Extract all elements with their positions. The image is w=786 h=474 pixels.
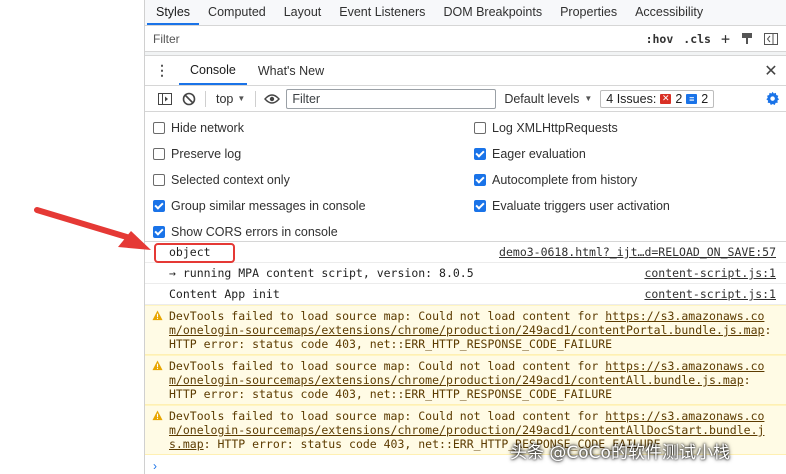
autocomplete-history-option[interactable]: Autocomplete from history	[474, 171, 637, 189]
warning-icon	[152, 410, 163, 421]
prompt-chevron-icon: ›	[153, 459, 157, 473]
watermark-text: 头条 @CoCo的软件测试小栈	[510, 443, 730, 463]
devtools-panel: Styles Computed Layout Event Listeners D…	[144, 0, 786, 474]
tab-layout[interactable]: Layout	[275, 5, 331, 25]
preserve-log-checkbox[interactable]	[153, 148, 165, 160]
warning-text: DevTools failed to load source map: Coul…	[169, 359, 606, 373]
option-label: Eager evaluation	[492, 147, 586, 161]
console-warning: DevTools failed to load source map: Coul…	[145, 355, 786, 405]
option-label: Selected context only	[171, 173, 290, 187]
console-filter-input[interactable]: Filter	[286, 88, 497, 109]
evaluate-triggers-option[interactable]: Evaluate triggers user activation	[474, 197, 670, 215]
gear-icon[interactable]	[758, 91, 786, 106]
autocomplete-history-checkbox[interactable]	[474, 174, 486, 186]
log-xhr-option[interactable]: Log XMLHttpRequests	[474, 119, 618, 137]
tab-dom-breakpoints[interactable]: DOM Breakpoints	[434, 5, 551, 25]
toolbar-separator	[255, 90, 257, 107]
tab-styles[interactable]: Styles	[147, 5, 200, 25]
console-warning: DevTools failed to load source map: Coul…	[145, 305, 786, 355]
option-label: Preserve log	[171, 147, 242, 161]
evaluate-triggers-checkbox[interactable]	[474, 200, 486, 212]
chevron-down-icon: ▼	[237, 94, 246, 103]
show-cors-option[interactable]: Show CORS errors in console	[153, 223, 338, 241]
clear-console-icon[interactable]	[177, 92, 201, 106]
option-label: Evaluate triggers user activation	[492, 199, 670, 213]
paint-icon[interactable]	[740, 32, 754, 46]
console-settings-panel: Hide network Preserve log Selected conte…	[145, 112, 786, 242]
selected-context-checkbox[interactable]	[153, 174, 165, 186]
warning-text: DevTools failed to load source map: Coul…	[169, 409, 606, 423]
tab-computed[interactable]: Computed	[199, 5, 275, 25]
warning-icon	[152, 360, 163, 371]
option-label: Autocomplete from history	[492, 173, 638, 187]
styles-filter-row: Filter :hov .cls +	[145, 26, 786, 52]
eye-icon[interactable]	[260, 93, 284, 104]
context-selector[interactable]: top ▼	[210, 92, 251, 106]
option-label: Hide network	[171, 121, 244, 135]
toolbar-separator	[205, 90, 206, 107]
error-icon: ✕	[660, 93, 672, 104]
source-link[interactable]: content-script.js:1	[644, 266, 776, 280]
console-toolbar: top ▼ Filter Default levels ▼ 4 Issues: …	[145, 86, 786, 112]
preserve-log-option[interactable]: Preserve log	[153, 145, 241, 163]
log-xhr-checkbox[interactable]	[474, 122, 486, 134]
eager-evaluation-option[interactable]: Eager evaluation	[474, 145, 586, 163]
warning-text: DevTools failed to load source map: Coul…	[169, 309, 606, 323]
new-style-rule-button[interactable]: +	[721, 30, 730, 48]
styles-tabbar: Styles Computed Layout Event Listeners D…	[145, 0, 786, 26]
hide-network-option[interactable]: Hide network	[153, 119, 244, 137]
option-label: Group similar messages in console	[171, 199, 366, 213]
message-text: object	[169, 245, 211, 259]
context-label: top	[216, 91, 234, 106]
message-text: Content App init	[169, 287, 280, 301]
close-icon[interactable]: ✕	[756, 56, 786, 85]
option-label: Show CORS errors in console	[171, 225, 338, 239]
message-icon: ≡	[686, 93, 698, 104]
message-text: → running MPA content script, version: 8…	[169, 266, 474, 280]
cls-toggle[interactable]: .cls	[683, 32, 711, 46]
issues-label: 4 Issues:	[606, 91, 657, 106]
issues-error-count: 2	[675, 91, 683, 106]
selected-context-option[interactable]: Selected context only	[153, 171, 290, 189]
warning-icon	[152, 310, 163, 321]
hide-network-checkbox[interactable]	[153, 122, 165, 134]
eager-evaluation-checkbox[interactable]	[474, 148, 486, 160]
tab-whats-new[interactable]: What's New	[247, 56, 335, 85]
group-similar-option[interactable]: Group similar messages in console	[153, 197, 366, 215]
toggle-sidebar-icon[interactable]	[764, 32, 778, 46]
console-message: object demo3-0618.html?_ijt…d=RELOAD_ON_…	[145, 242, 786, 263]
show-cors-checkbox[interactable]	[153, 226, 165, 238]
option-label: Log XMLHttpRequests	[492, 121, 618, 135]
tab-properties[interactable]: Properties	[551, 5, 626, 25]
source-link[interactable]: demo3-0618.html?_ijt…d=RELOAD_ON_SAVE:57	[499, 245, 776, 259]
console-message: Content App init content-script.js:1	[145, 284, 786, 305]
page-content-area	[0, 0, 144, 474]
log-levels-dropdown[interactable]: Default levels ▼	[504, 92, 592, 106]
levels-label: Default levels	[504, 91, 580, 106]
styles-filter-tools: :hov .cls +	[646, 30, 786, 48]
tab-console[interactable]: Console	[179, 56, 247, 85]
source-link[interactable]: content-script.js:1	[644, 287, 776, 301]
tab-accessibility[interactable]: Accessibility	[626, 5, 712, 25]
group-similar-checkbox[interactable]	[153, 200, 165, 212]
drawer-tabbar: ⋮ Console What's New ✕	[145, 56, 786, 86]
styles-filter-input[interactable]: Filter	[153, 32, 646, 46]
issues-info-count: 2	[701, 91, 709, 106]
more-tools-icon[interactable]: ⋮	[145, 56, 179, 85]
chevron-down-icon: ▼	[584, 94, 593, 103]
issues-button[interactable]: 4 Issues: ✕ 2 ≡ 2	[600, 89, 715, 108]
console-message: → running MPA content script, version: 8…	[145, 263, 786, 284]
hov-toggle[interactable]: :hov	[646, 32, 674, 46]
show-sidebar-icon[interactable]	[153, 92, 177, 105]
tab-event-listeners[interactable]: Event Listeners	[330, 5, 434, 25]
